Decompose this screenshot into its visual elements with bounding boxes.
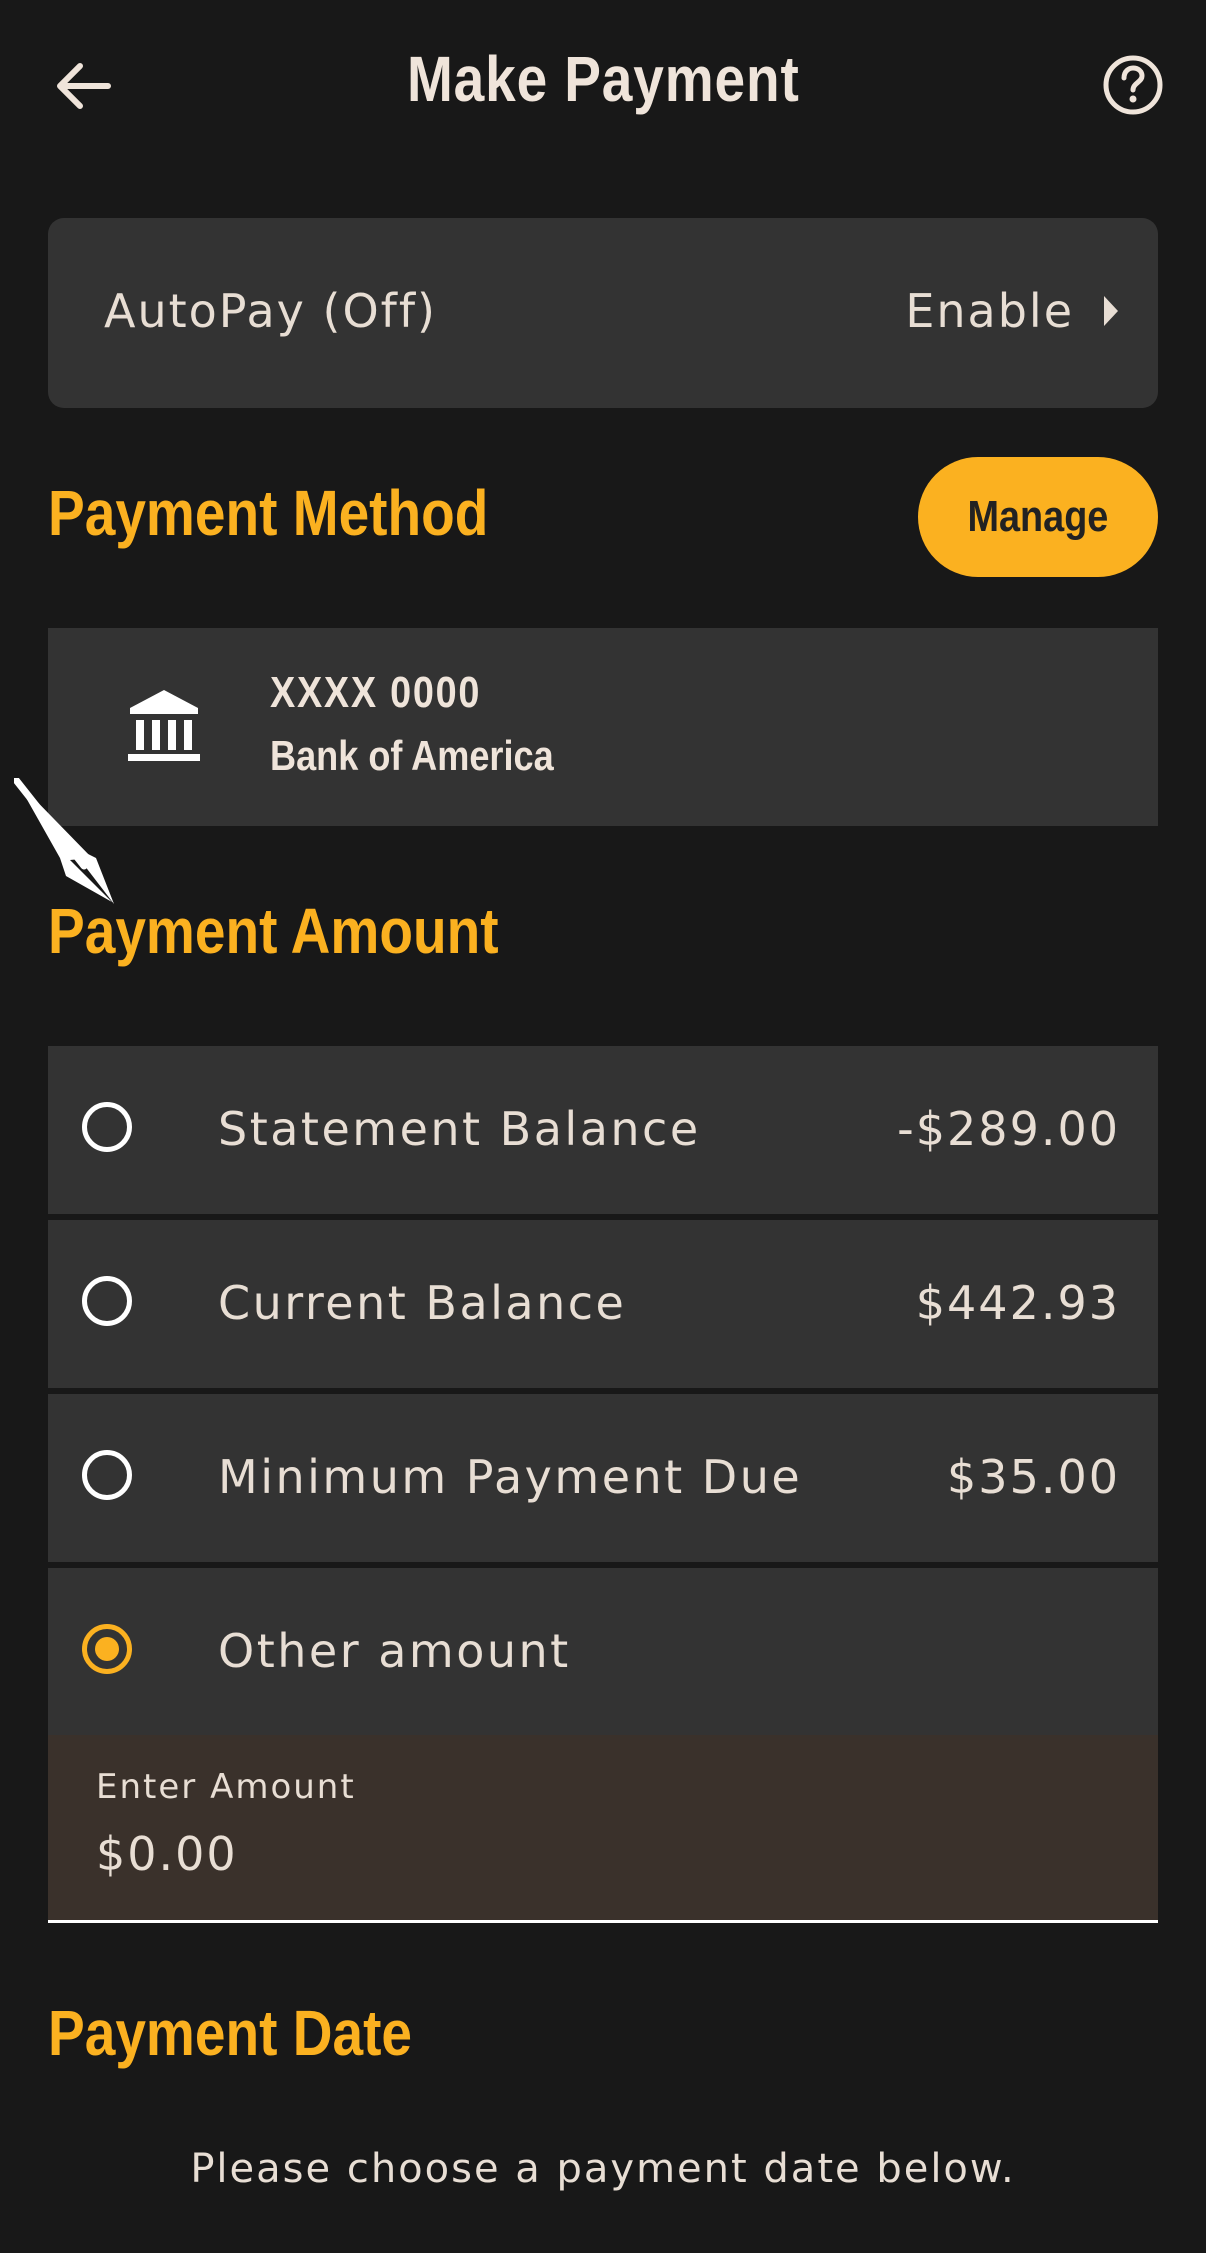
- option-amount: $442.93: [915, 1276, 1120, 1330]
- caret-right-icon: [1104, 296, 1118, 326]
- option-label: Other amount: [218, 1624, 571, 1678]
- bank-account-card[interactable]: XXXX 0000 Bank of America: [48, 628, 1158, 826]
- payment-amount-heading: Payment Amount: [48, 895, 499, 967]
- radio-button[interactable]: [82, 1276, 132, 1326]
- autopay-enable-button[interactable]: Enable: [905, 284, 1118, 338]
- enter-amount-label: Enter Amount: [96, 1767, 356, 1807]
- header-bar: Make Payment: [0, 0, 1206, 170]
- option-minimum-payment-due[interactable]: Minimum Payment Due $35.00: [48, 1394, 1158, 1562]
- option-label: Current Balance: [218, 1276, 627, 1330]
- option-label: Statement Balance: [218, 1102, 701, 1156]
- manage-button[interactable]: Manage: [918, 457, 1158, 577]
- option-label: Minimum Payment Due: [218, 1450, 803, 1504]
- bank-icon: [128, 690, 200, 761]
- question-circle-icon: [1103, 55, 1163, 115]
- option-other-amount[interactable]: Other amount: [48, 1568, 1158, 1736]
- help-button[interactable]: [1100, 52, 1166, 118]
- option-current-balance[interactable]: Current Balance $442.93: [48, 1220, 1158, 1388]
- autopay-enable-label: Enable: [905, 284, 1074, 338]
- option-statement-balance[interactable]: Statement Balance -$289.00: [48, 1046, 1158, 1214]
- enter-amount-field[interactable]: Enter Amount: [48, 1735, 1158, 1923]
- payment-date-note: Please choose a payment date below.: [190, 2146, 1016, 2192]
- option-amount: -$289.00: [897, 1102, 1120, 1156]
- autopay-card[interactable]: AutoPay (Off) Enable: [48, 218, 1158, 408]
- radio-button-selected[interactable]: [82, 1624, 132, 1674]
- radio-button[interactable]: [82, 1450, 132, 1500]
- page-title: Make Payment: [406, 43, 800, 115]
- option-amount: $35.00: [947, 1450, 1120, 1504]
- payment-method-heading: Payment Method: [48, 477, 489, 549]
- autopay-status-label: AutoPay (Off): [104, 284, 437, 338]
- radio-button[interactable]: [82, 1102, 132, 1152]
- bank-name: Bank of America: [270, 732, 554, 779]
- pointer-arrow-icon: [14, 778, 114, 904]
- account-number: XXXX 0000: [270, 668, 482, 717]
- amount-input[interactable]: [96, 1827, 996, 1881]
- payment-date-heading: Payment Date: [48, 1997, 413, 2069]
